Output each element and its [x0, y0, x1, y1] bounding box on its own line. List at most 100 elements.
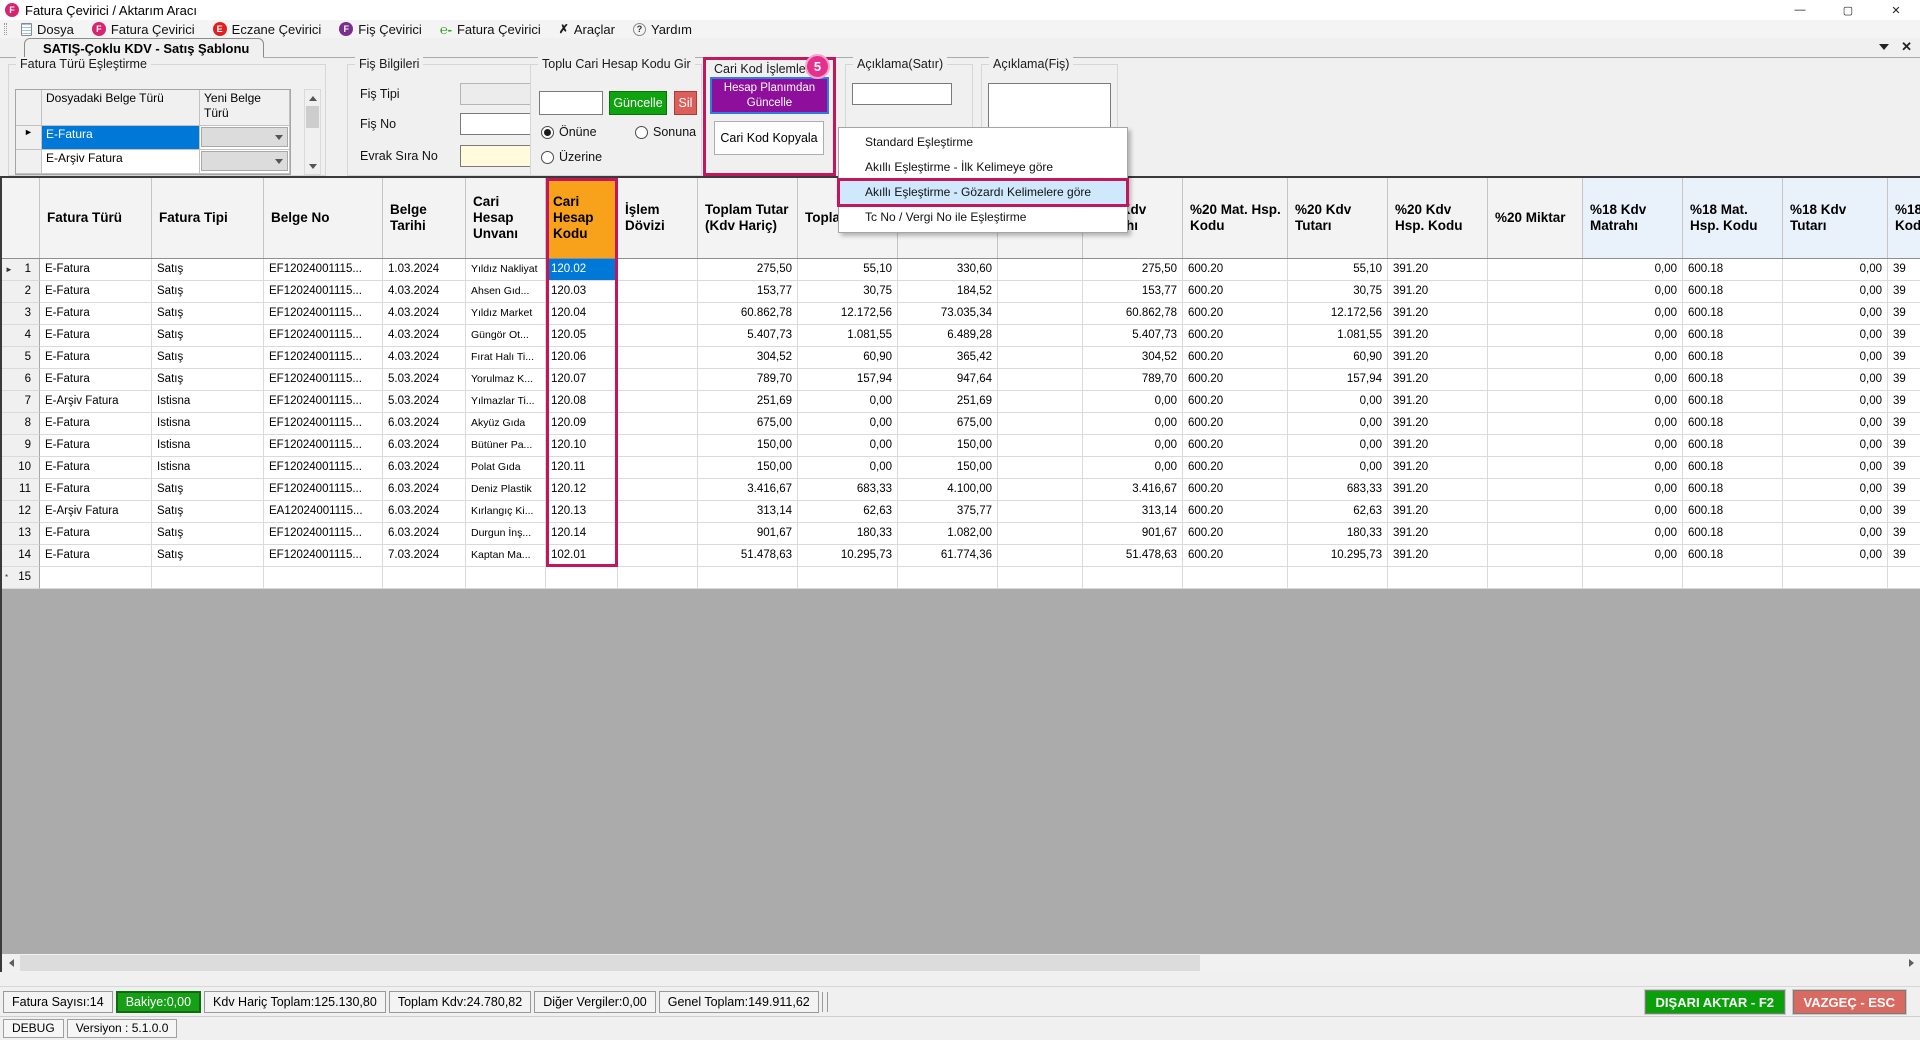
cell[interactable]: 313,14 [698, 501, 798, 523]
cell[interactable]: 55,10 [1288, 259, 1388, 281]
cell[interactable]: Yorulmaz K... [466, 369, 546, 391]
cell[interactable]: 39 [1888, 501, 1920, 523]
cell[interactable]: 0,00 [1083, 457, 1183, 479]
cell[interactable]: 391.20 [1388, 369, 1488, 391]
cell[interactable] [618, 501, 698, 523]
cell[interactable]: 275,50 [1083, 259, 1183, 281]
column-header-7[interactable]: İşlem Dövizi [618, 178, 698, 258]
cell[interactable]: 60.862,78 [1083, 303, 1183, 325]
cell[interactable] [898, 567, 998, 589]
row-header[interactable]: 6 [2, 369, 40, 391]
cell[interactable]: 10.295,73 [1288, 545, 1388, 567]
menu-item-fatura-evirici[interactable]: FFatura Çevirici [83, 20, 204, 38]
cell[interactable]: EA12024001115... [264, 501, 383, 523]
cell[interactable]: 0,00 [1783, 457, 1888, 479]
cell[interactable]: 275,50 [698, 259, 798, 281]
cell[interactable]: 0,00 [1783, 479, 1888, 501]
cell[interactable]: 120.08 [546, 391, 618, 413]
cell[interactable]: 391.20 [1388, 391, 1488, 413]
cell[interactable]: 391.20 [1388, 347, 1488, 369]
cell[interactable]: 365,42 [898, 347, 998, 369]
cell[interactable]: 120.02 [546, 259, 618, 281]
cell[interactable] [618, 303, 698, 325]
cell[interactable]: E-Arşiv Fatura [40, 501, 152, 523]
cell[interactable] [998, 413, 1083, 435]
context-menu-item-2[interactable]: Akıllı Eşleştirme - Gözardı Kelimelere g… [839, 180, 1127, 205]
column-header-8[interactable]: Toplam Tutar (Kdv Hariç) [698, 178, 798, 258]
cell[interactable] [1488, 303, 1583, 325]
cell[interactable] [618, 347, 698, 369]
cell[interactable]: 120.03 [546, 281, 618, 303]
cell[interactable] [1083, 567, 1183, 589]
cell[interactable]: Satış [152, 303, 264, 325]
cell[interactable]: 0,00 [1783, 545, 1888, 567]
vazgec-button[interactable]: VAZGEÇ - ESC [1793, 990, 1907, 1014]
cell[interactable] [1488, 479, 1583, 501]
cell[interactable] [1583, 567, 1683, 589]
cell[interactable]: 62,63 [798, 501, 898, 523]
cell[interactable]: 120.12 [546, 479, 618, 501]
cell[interactable]: 391.20 [1388, 281, 1488, 303]
cell[interactable]: 391.20 [1388, 303, 1488, 325]
cell[interactable]: 600.20 [1183, 391, 1288, 413]
yeni-belge-select-1[interactable] [200, 126, 290, 150]
cell[interactable] [546, 567, 618, 589]
cell[interactable]: 4.03.2024 [383, 303, 466, 325]
cell[interactable]: 0,00 [1783, 347, 1888, 369]
cell[interactable] [1488, 369, 1583, 391]
cell[interactable]: 600.20 [1183, 347, 1288, 369]
cell[interactable]: Polat Gıda [466, 457, 546, 479]
cell[interactable]: Yıldız Market [466, 303, 546, 325]
cell[interactable]: 4.03.2024 [383, 281, 466, 303]
column-header-18[interactable]: %18 Mat. Hsp. Kodu [1683, 178, 1783, 258]
cell[interactable]: 30,75 [1288, 281, 1388, 303]
cell[interactable]: E-Fatura [40, 479, 152, 501]
cell[interactable]: 120.13 [546, 501, 618, 523]
cell[interactable]: 600.20 [1183, 325, 1288, 347]
cell[interactable]: 600.20 [1183, 435, 1288, 457]
cell[interactable]: 0,00 [1288, 457, 1388, 479]
cell[interactable]: 10.295,73 [798, 545, 898, 567]
cell[interactable]: 683,33 [798, 479, 898, 501]
cell[interactable]: 60.862,78 [698, 303, 798, 325]
cell[interactable] [998, 325, 1083, 347]
cell[interactable]: 600.18 [1683, 347, 1783, 369]
cell[interactable] [998, 281, 1083, 303]
guncelle-button[interactable]: Güncelle [609, 91, 667, 115]
cell[interactable]: 51.478,63 [1083, 545, 1183, 567]
cell[interactable]: 6.03.2024 [383, 435, 466, 457]
cell[interactable]: 600.20 [1183, 369, 1288, 391]
cell[interactable]: 62,63 [1288, 501, 1388, 523]
cell[interactable]: E-Fatura [40, 259, 152, 281]
cell[interactable]: 600.20 [1183, 281, 1288, 303]
radio-uzerine[interactable]: Üzerine [541, 150, 602, 164]
cell[interactable]: Durgun İnş... [466, 523, 546, 545]
cell[interactable]: 0,00 [1583, 501, 1683, 523]
cell[interactable]: 391.20 [1388, 501, 1488, 523]
cell[interactable]: Istisna [152, 413, 264, 435]
cell[interactable] [998, 501, 1083, 523]
cell[interactable]: 1.03.2024 [383, 259, 466, 281]
cell[interactable]: 0,00 [1083, 435, 1183, 457]
cell[interactable]: 3.416,67 [698, 479, 798, 501]
cell[interactable]: 901,67 [698, 523, 798, 545]
cell[interactable]: Satış [152, 281, 264, 303]
cell[interactable] [998, 369, 1083, 391]
cell[interactable]: 391.20 [1388, 259, 1488, 281]
cell[interactable] [1488, 523, 1583, 545]
cell[interactable]: 391.20 [1388, 435, 1488, 457]
cell[interactable]: 0,00 [1783, 259, 1888, 281]
cell[interactable]: EF12024001115... [264, 523, 383, 545]
cell[interactable]: 180,33 [1288, 523, 1388, 545]
cell[interactable]: Kırlangıç Ki... [466, 501, 546, 523]
cell[interactable]: 0,00 [1583, 259, 1683, 281]
cell[interactable] [998, 457, 1083, 479]
cell[interactable] [1488, 325, 1583, 347]
cell[interactable]: 120.07 [546, 369, 618, 391]
cell[interactable]: 6.489,28 [898, 325, 998, 347]
menu-item-fi-evirici[interactable]: FFiş Çevirici [330, 20, 431, 38]
cell[interactable]: 391.20 [1388, 545, 1488, 567]
cell[interactable]: 0,00 [1583, 281, 1683, 303]
cell[interactable]: 157,94 [798, 369, 898, 391]
column-header-17[interactable]: %18 Kdv Matrahı [1583, 178, 1683, 258]
